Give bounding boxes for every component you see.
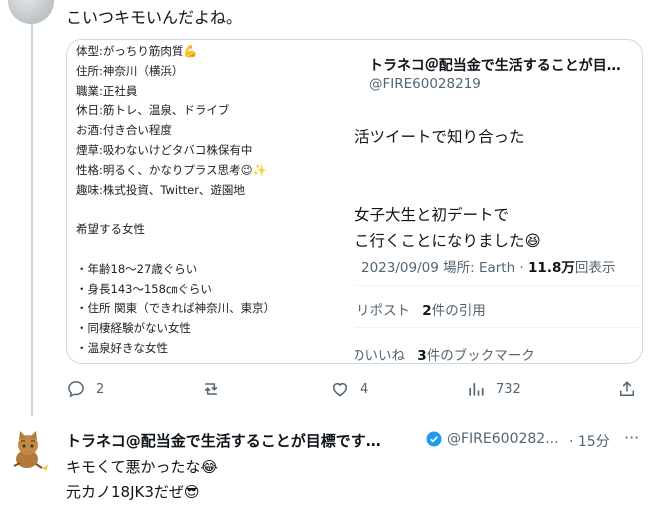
thread-line [31,24,33,416]
reposts-label[interactable]: リポスト [356,303,410,319]
body-line: 女子大生と初デートで [355,206,510,224]
profile-line: ・同棲経験がない女性 [76,321,191,336]
profile-line: ・身長143〜158㎝ぐらい [76,281,212,296]
profile-line: 希望する女性 [76,222,145,237]
quoted-author-handle[interactable]: @FIRE60028219 [369,76,481,92]
body-line: こ行くことになりました😆 [355,232,541,250]
profile-line: 住所:神奈川（横浜） [76,63,184,78]
body-line [355,150,541,176]
reply-text-line: 元カノ18JK3だぜ😎 [66,483,200,501]
repost-icon [204,383,218,395]
divider [355,285,642,286]
quoted-tweet-content: トラネコ＠配当金で生活することが目… @FIRE60028219 活ツイートで知… [355,40,642,363]
reply-button[interactable]: 2 [66,378,104,400]
quotes-count: 2 [422,303,432,319]
more-icon[interactable]: ··· [624,428,639,447]
quoted-author-name[interactable]: トラネコ＠配当金で生活することが目… [369,55,621,75]
views-count: 732 [496,381,521,397]
profile-line: ・温泉好きな女性 [76,340,168,355]
avatar[interactable] [8,0,54,24]
profile-line: 職業:正社員 [76,83,138,98]
reply-text-line: キモくて悪かったな😂 [66,458,219,476]
views-label: 回表示 [574,260,616,276]
like-icon [333,383,347,397]
profile-line: ・住所 関東（できれば神奈川、東京） [76,301,276,316]
tweet-text: こいつキモいんだよね。 [66,8,243,27]
profile-line: 性格:明るく、かなりプラス思考😉✨ [76,162,267,177]
views-count: 11.8万 [528,260,575,276]
reply-time[interactable]: · 15分 [569,431,610,451]
reply-author-handle[interactable]: @FIRE600282... [447,431,559,447]
quoted-tweet-image[interactable]: 体型:がっちり筋肉質💪 住所:神奈川（横浜） 職業:正社員 休日:筋トレ、温泉、… [67,40,355,363]
profile-line: お酒:付き合い程度 [76,123,172,138]
share-button[interactable] [617,378,637,400]
repost-button[interactable] [201,378,231,400]
profile-line: 趣味:株式投資、Twitter、遊園地 [76,182,245,197]
profile-line: 体型:がっちり筋肉質💪 [76,44,198,58]
profile-line: 休日:筋トレ、温泉、ドライブ [76,103,230,118]
quoted-tweet-card[interactable]: 体型:がっちり筋肉質💪 住所:神奈川（横浜） 職業:正社員 休日:筋トレ、温泉、… [66,39,643,364]
profile-line: 煙草:吸わないけどタバコ株保有中 [76,142,253,157]
bookmarks-count: 3 [417,348,427,363]
like-button[interactable]: 4 [330,378,368,400]
cat-avatar[interactable] [6,428,52,474]
share-icon [620,381,634,396]
views-button[interactable]: 732 [466,378,521,400]
divider [355,327,642,328]
quoted-stats-row: リポスト 2件の引用 [356,299,486,319]
verified-icon [426,431,442,447]
body-line: 活ツイートで知り合った [355,128,525,146]
profile-text-list: 体型:がっちり筋肉質💪 住所:神奈川（横浜） 職業:正社員 休日:筋トレ、温泉、… [76,42,275,359]
reply-author-name[interactable]: トラネコ@配当金で生活することが目標です… [66,430,381,451]
profile-line [76,200,275,220]
profile-line: ・年齢18〜27歳ぐらい [76,261,198,276]
quoted-stats-row: のいいね 3件のブックマーク [355,344,535,363]
quoted-tweet-meta: 2023/09/09 場所: Earth · 11.8万回表示 [361,256,615,276]
reply-count: 2 [96,381,105,397]
quotes-label[interactable]: 件の引用 [432,303,486,319]
likes-label[interactable]: のいいね [355,348,405,363]
bookmarks-label[interactable]: 件のブックマーク [427,348,535,363]
timestamp[interactable]: 2023/09/09 場所: Earth · [361,260,524,276]
quoted-tweet-body: 活ツイートで知り合った 女子大生と初デートで こ行くことになりました😆 [355,124,541,254]
like-count: 4 [360,381,369,397]
profile-line [76,240,275,260]
views-icon [469,383,484,396]
body-line [355,176,541,202]
reply-icon [68,381,84,398]
